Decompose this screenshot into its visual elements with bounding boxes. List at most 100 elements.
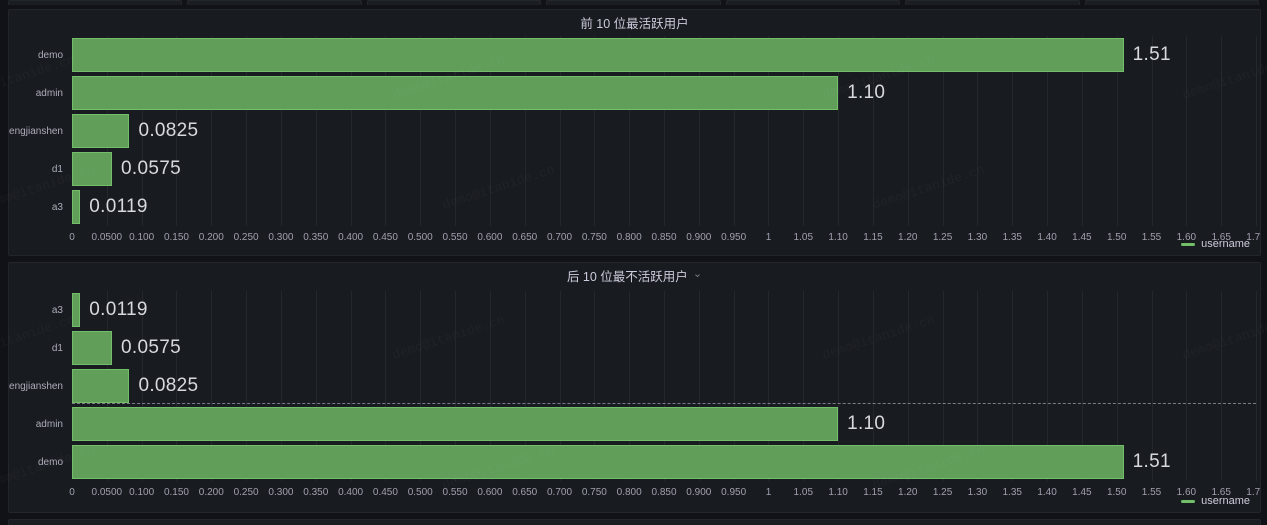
x-axis-tick: 1.25: [933, 232, 952, 243]
x-axis-tick: 0.350: [303, 487, 328, 498]
legend-label-username[interactable]: username: [1201, 238, 1250, 250]
bar-row: a30.0119: [72, 188, 1256, 226]
x-axis-tick: 0.300: [268, 487, 293, 498]
legend-series-color-icon: [1181, 243, 1195, 246]
value-label: 0.0825: [138, 112, 198, 150]
cropped-panel: [726, 0, 900, 5]
bar-row: dengjianshen0.0825: [72, 112, 1256, 150]
bar-chart: a30.0119d10.0575dengjianshen0.0825admin1…: [72, 291, 1256, 481]
x-axis-tick: 0.400: [338, 232, 363, 243]
panel-top-active-users: 前 10 位最活跃用户 demo1.51admin1.10dengjianshe…: [8, 9, 1261, 256]
x-axis-tick: 0.250: [234, 487, 259, 498]
y-axis-label: demo: [38, 443, 63, 481]
bar-row: d10.0575: [72, 150, 1256, 188]
x-axis-tick: 0.800: [617, 487, 642, 498]
x-axis-tick: 0.650: [512, 232, 537, 243]
x-axis-tick: 0.0500: [92, 487, 123, 498]
y-axis-label: a3: [52, 291, 63, 329]
bar-row: d10.0575: [72, 329, 1256, 367]
x-axis-tick: 0.950: [721, 487, 746, 498]
legend[interactable]: username: [1181, 237, 1250, 251]
x-axis-tick: 0.350: [303, 232, 328, 243]
bar-chart: demo1.51admin1.10dengjianshen0.0825d10.0…: [72, 36, 1256, 226]
x-axis-tick: 0.900: [686, 232, 711, 243]
y-axis-label: admin: [36, 74, 63, 112]
y-axis-label: demo: [38, 36, 63, 74]
x-axis-tick: 0: [69, 487, 75, 498]
grid-line: [1256, 36, 1257, 226]
x-axis-tick: 0.250: [234, 232, 259, 243]
x-axis-tick: 0.700: [547, 487, 572, 498]
x-axis-tick: 1.30: [968, 232, 987, 243]
value-label: 0.0119: [89, 291, 148, 329]
bar: [72, 293, 80, 327]
bar-row: admin1.10: [72, 405, 1256, 443]
x-axis-tick: 1.15: [863, 487, 882, 498]
x-axis-tick: 0.750: [582, 487, 607, 498]
bar-row: admin1.10: [72, 74, 1256, 112]
x-axis-tick: 1.25: [933, 487, 952, 498]
cropped-panel: [8, 0, 182, 5]
threshold-line: [72, 403, 1256, 404]
x-axis-tick: 0.850: [651, 232, 676, 243]
y-axis-label: dengjianshen: [8, 112, 63, 150]
panel-title[interactable]: 后 10 位最不活跃用户 ⌄: [9, 263, 1260, 287]
x-axis-tick: 1.10: [828, 487, 847, 498]
bar-row: a30.0119: [72, 291, 1256, 329]
x-axis-tick: 0.800: [617, 232, 642, 243]
x-axis-tick: 1.05: [794, 487, 813, 498]
panel-title-text: 后 10 位最不活跃用户: [567, 266, 688, 285]
x-axis-tick: 0.400: [338, 487, 363, 498]
x-axis-tick: 1.55: [1142, 487, 1161, 498]
cropped-panel: [1085, 0, 1259, 5]
cropped-panel: [367, 0, 541, 5]
x-axis-tick: 1.45: [1072, 487, 1091, 498]
x-axis-tick: 0.150: [164, 232, 189, 243]
x-axis-tick: 0.0500: [92, 232, 123, 243]
x-axis-tick: 0.150: [164, 487, 189, 498]
y-axis-label: d1: [52, 329, 63, 367]
value-label: 0.0575: [121, 150, 181, 188]
x-axis-tick: 1.50: [1107, 487, 1126, 498]
x-axis-tick: 1.40: [1037, 487, 1056, 498]
bar-row: demo1.51: [72, 36, 1256, 74]
value-label: 1.51: [1133, 36, 1171, 74]
bar: [72, 331, 112, 365]
y-axis-label: dengjianshen: [8, 367, 63, 405]
x-axis-tick: 1.35: [1003, 232, 1022, 243]
legend[interactable]: username: [1181, 494, 1250, 508]
grafana-dashboard: 前 10 位最活跃用户 demo1.51admin1.10dengjianshe…: [0, 0, 1267, 525]
panel-title-text: 前 10 位最活跃用户: [580, 13, 688, 32]
y-axis-label: d1: [52, 150, 63, 188]
x-axis-tick: 0.100: [129, 232, 154, 243]
x-axis-tick: 0.550: [443, 487, 468, 498]
value-label: 1.10: [847, 74, 885, 112]
legend-label-username[interactable]: username: [1201, 495, 1250, 507]
x-axis-tick: 1.10: [828, 232, 847, 243]
x-axis-tick: 0.900: [686, 487, 711, 498]
bar: [72, 38, 1124, 72]
bar: [72, 407, 838, 441]
y-axis-label: a3: [52, 188, 63, 226]
x-axis-tick: 1: [766, 232, 772, 243]
value-label: 0.0119: [89, 188, 148, 226]
chevron-down-icon[interactable]: ⌄: [693, 269, 702, 280]
x-axis-tick: 0.200: [199, 232, 224, 243]
x-axis-tick: 0.750: [582, 232, 607, 243]
x-axis-tick: 0.450: [373, 487, 398, 498]
panel-title[interactable]: 前 10 位最活跃用户: [9, 10, 1260, 34]
value-label: 0.0575: [121, 329, 181, 367]
x-axis: 00.05000.1000.1500.2000.2500.3000.3500.4…: [72, 487, 1256, 499]
x-axis-tick: 0.850: [651, 487, 676, 498]
cropped-panel: [187, 0, 361, 5]
value-label: 1.10: [847, 405, 885, 443]
cropped-panel-row-top: [8, 0, 1259, 5]
x-axis-tick: 0.200: [199, 487, 224, 498]
x-axis-tick: 1.20: [898, 487, 917, 498]
bar: [72, 152, 112, 186]
bar: [72, 114, 129, 148]
x-axis-tick: 0: [69, 232, 75, 243]
x-axis-tick: 0.650: [512, 487, 537, 498]
x-axis-tick: 1.40: [1037, 232, 1056, 243]
cropped-panel: [905, 0, 1079, 5]
